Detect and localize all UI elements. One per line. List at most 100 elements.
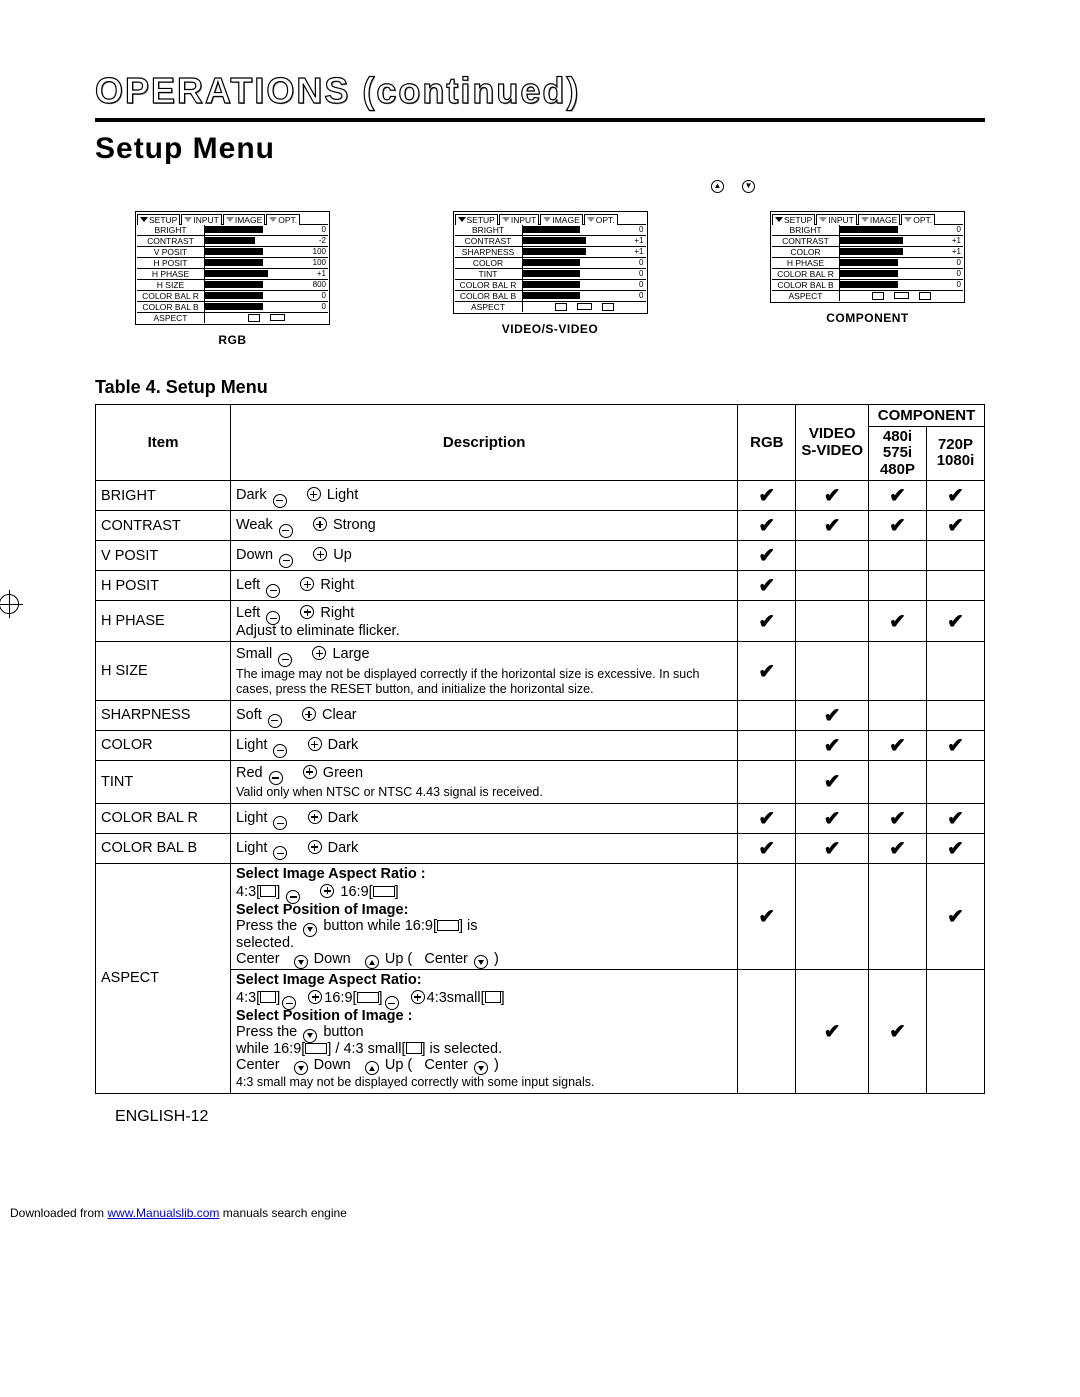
panel-row: H PHASE+1 <box>137 268 328 279</box>
page-title: OPERATIONS (continued) <box>95 70 985 122</box>
footer: Downloaded from www.Manualslib.com manua… <box>0 1206 1080 1220</box>
panel-aspect-label: ASPECT <box>137 313 205 323</box>
panel-tabs: SETUP INPUT IMAGE OPT. <box>455 213 646 224</box>
check-cell <box>869 760 927 803</box>
minus-icon <box>269 771 283 785</box>
desc-cell: Red GreenValid only when NTSC or NTSC 4.… <box>231 760 738 803</box>
minus-icon <box>279 554 293 568</box>
panel-row: COLOR BAL R0 <box>137 290 328 301</box>
panel-row: H PHASE0 <box>772 257 963 268</box>
check-cell: ✔ <box>796 803 869 833</box>
minus-icon <box>273 744 287 758</box>
panel-aspect-label: ASPECT <box>772 291 840 301</box>
panel-row: TINT0 <box>455 268 646 279</box>
table-row: CONTRAST Weak Strong ✔ ✔ ✔ ✔ <box>96 511 985 541</box>
check-cell: ✔ <box>738 863 796 969</box>
plus-icon <box>308 810 322 824</box>
th-item: Item <box>96 404 231 481</box>
check-cell: ✔ <box>738 803 796 833</box>
check-cell <box>796 601 869 642</box>
minus-icon <box>278 653 292 667</box>
item-cell: SHARPNESS <box>96 700 231 730</box>
plus-icon <box>308 840 322 854</box>
minus-icon <box>266 584 280 598</box>
desc-cell: Select Image Aspect Ratio : 4:3[] 16:9[]… <box>231 863 738 969</box>
tab: OPT. <box>266 214 300 225</box>
check-cell <box>738 970 796 1094</box>
down-icon <box>474 955 488 969</box>
check-cell <box>738 700 796 730</box>
check-cell <box>927 970 985 1094</box>
item-cell: V POSIT <box>96 541 231 571</box>
setup-table: Item Description RGB VIDEO S-VIDEO COMPO… <box>95 404 985 1095</box>
check-cell <box>869 700 927 730</box>
plus-icon <box>411 990 425 1004</box>
plus-icon <box>320 884 334 898</box>
check-cell: ✔ <box>738 511 796 541</box>
check-cell: ✔ <box>869 730 927 760</box>
tab: INPUT <box>816 214 857 225</box>
check-cell: ✔ <box>927 481 985 511</box>
th-480: 480i 575i 480P <box>869 426 927 481</box>
check-cell: ✔ <box>927 863 985 969</box>
item-cell: COLOR BAL B <box>96 833 231 863</box>
check-cell: ✔ <box>869 481 927 511</box>
plus-icon <box>307 487 321 501</box>
table-row: SHARPNESS Soft Clear ✔ <box>96 700 985 730</box>
check-cell: ✔ <box>796 700 869 730</box>
check-cell: ✔ <box>927 730 985 760</box>
check-cell: ✔ <box>796 970 869 1094</box>
item-cell: ASPECT <box>96 863 231 1093</box>
aspect-43-icon <box>260 991 276 1003</box>
check-cell <box>796 541 869 571</box>
aspect-43small-icon <box>602 303 614 311</box>
minus-icon <box>268 714 282 728</box>
check-cell <box>869 541 927 571</box>
table-row: BRIGHT Dark Light ✔ ✔ ✔ ✔ <box>96 481 985 511</box>
plus-icon <box>302 707 316 721</box>
aspect-169-icon <box>437 920 459 931</box>
panel-row: BRIGHT0 <box>455 224 646 235</box>
panel-row: BRIGHT0 <box>137 224 328 235</box>
panel-row: COLOR BAL R0 <box>455 279 646 290</box>
check-cell: ✔ <box>796 730 869 760</box>
desc-cell: Small LargeThe image may not be displaye… <box>231 642 738 701</box>
check-cell: ✔ <box>869 833 927 863</box>
aspect-43-icon <box>555 303 567 311</box>
panel-row: CONTRAST-2 <box>137 235 328 246</box>
check-cell <box>796 571 869 601</box>
table-row: COLOR BAL B Light Dark ✔ ✔ ✔ ✔ <box>96 833 985 863</box>
check-cell <box>927 571 985 601</box>
footer-link[interactable]: www.Manualslib.com <box>107 1206 219 1220</box>
check-cell: ✔ <box>738 642 796 701</box>
check-cell: ✔ <box>869 511 927 541</box>
up-icon <box>365 1061 379 1075</box>
check-cell: ✔ <box>796 833 869 863</box>
check-cell <box>869 642 927 701</box>
panel-row: CONTRAST+1 <box>455 235 646 246</box>
tab: SETUP <box>455 214 498 225</box>
aspect-169-icon <box>270 314 285 321</box>
check-cell <box>927 642 985 701</box>
tab: SETUP <box>137 214 180 225</box>
check-cell <box>927 541 985 571</box>
table-row: H POSIT Left Right ✔ <box>96 571 985 601</box>
table-row: COLOR Light Dark ✔ ✔ ✔ <box>96 730 985 760</box>
check-cell <box>796 863 869 969</box>
check-cell <box>738 730 796 760</box>
panel-row: SHARPNESS+1 <box>455 246 646 257</box>
check-cell: ✔ <box>738 571 796 601</box>
down-icon <box>303 923 317 937</box>
check-cell: ✔ <box>738 833 796 863</box>
check-cell: ✔ <box>738 541 796 571</box>
check-cell: ✔ <box>927 803 985 833</box>
check-cell <box>927 760 985 803</box>
desc-cell: Dark Light <box>231 481 738 511</box>
desc-cell: Left Right <box>231 571 738 601</box>
footer-text: Downloaded from <box>10 1206 107 1220</box>
section-title: Setup Menu <box>95 132 985 166</box>
table-row: V POSIT Down Up ✔ <box>96 541 985 571</box>
item-cell: COLOR <box>96 730 231 760</box>
item-cell: H POSIT <box>96 571 231 601</box>
panel-tabs: SETUP INPUT IMAGE OPT. <box>137 213 328 224</box>
